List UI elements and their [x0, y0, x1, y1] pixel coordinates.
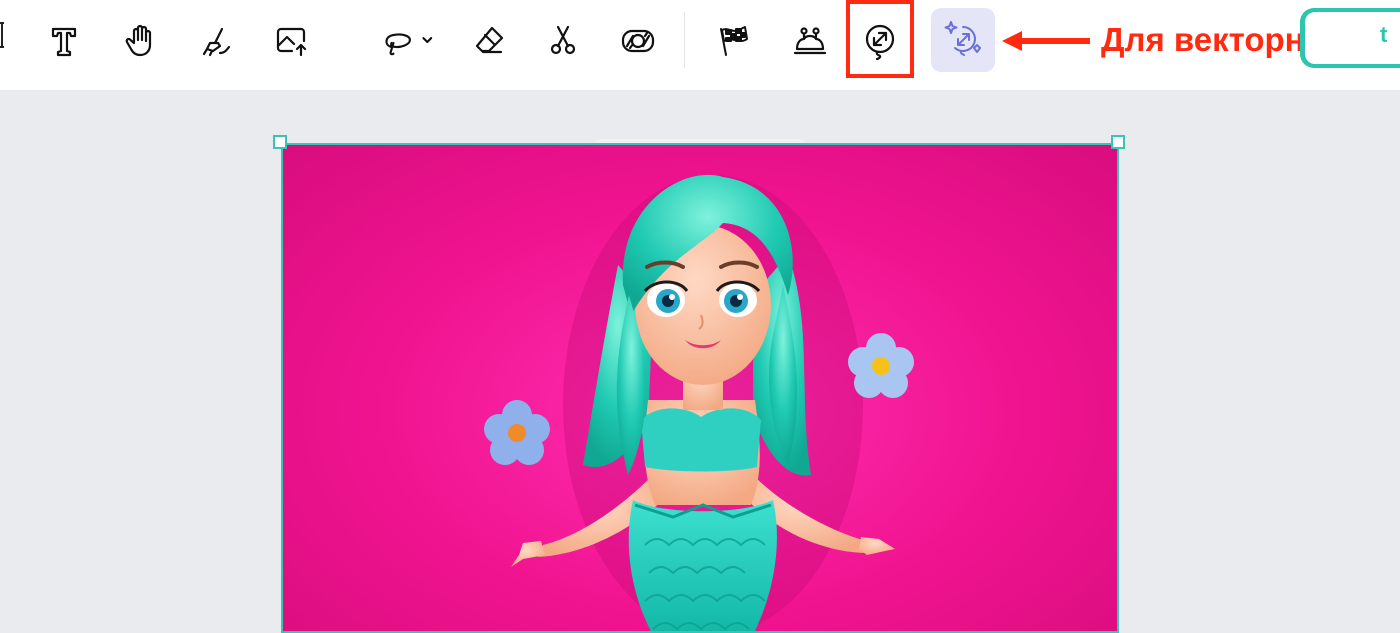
- text-tool[interactable]: [36, 13, 92, 69]
- scissors-icon: [550, 25, 576, 55]
- lasso-tool[interactable]: [372, 13, 442, 69]
- upload-tool[interactable]: [264, 13, 320, 69]
- ai-vectorize-tool[interactable]: [931, 8, 995, 72]
- export-button[interactable]: t: [1300, 8, 1400, 68]
- remove-background-icon: [621, 29, 655, 53]
- resize-tool[interactable]: [852, 13, 908, 69]
- hand-tool[interactable]: [112, 13, 168, 69]
- lasso-icon: [385, 33, 433, 56]
- text-icon: [51, 27, 77, 57]
- resize-handle-top-left[interactable]: [273, 135, 287, 149]
- mermaid-doll-icon: [484, 174, 914, 631]
- eraser-icon: [475, 26, 504, 54]
- image-upload-icon: [276, 27, 307, 57]
- flag-tool[interactable]: [704, 13, 760, 69]
- mask-tool[interactable]: [782, 13, 838, 69]
- ai-vector-icon: [944, 21, 981, 56]
- resize-handle-top-right[interactable]: [1111, 135, 1125, 149]
- resize-balloon-icon: [865, 24, 895, 61]
- face-mask-icon: [793, 27, 827, 55]
- annotation-arrow: [1002, 31, 1090, 51]
- toolbar: Для векторных t: [0, 0, 1400, 90]
- brush-icon: [202, 27, 231, 57]
- brush-tool[interactable]: [188, 13, 244, 69]
- eraser-tool[interactable]: [462, 13, 518, 69]
- canvas-image[interactable]: [281, 143, 1119, 633]
- cut-tool[interactable]: [535, 13, 591, 69]
- text-cursor-icon: [0, 22, 6, 48]
- hand-icon: [125, 24, 152, 57]
- checkered-flag-icon: [720, 26, 748, 56]
- toolbar-divider: [684, 12, 685, 68]
- remove-bg-tool[interactable]: [610, 13, 666, 69]
- export-button-label: t: [1380, 22, 1388, 47]
